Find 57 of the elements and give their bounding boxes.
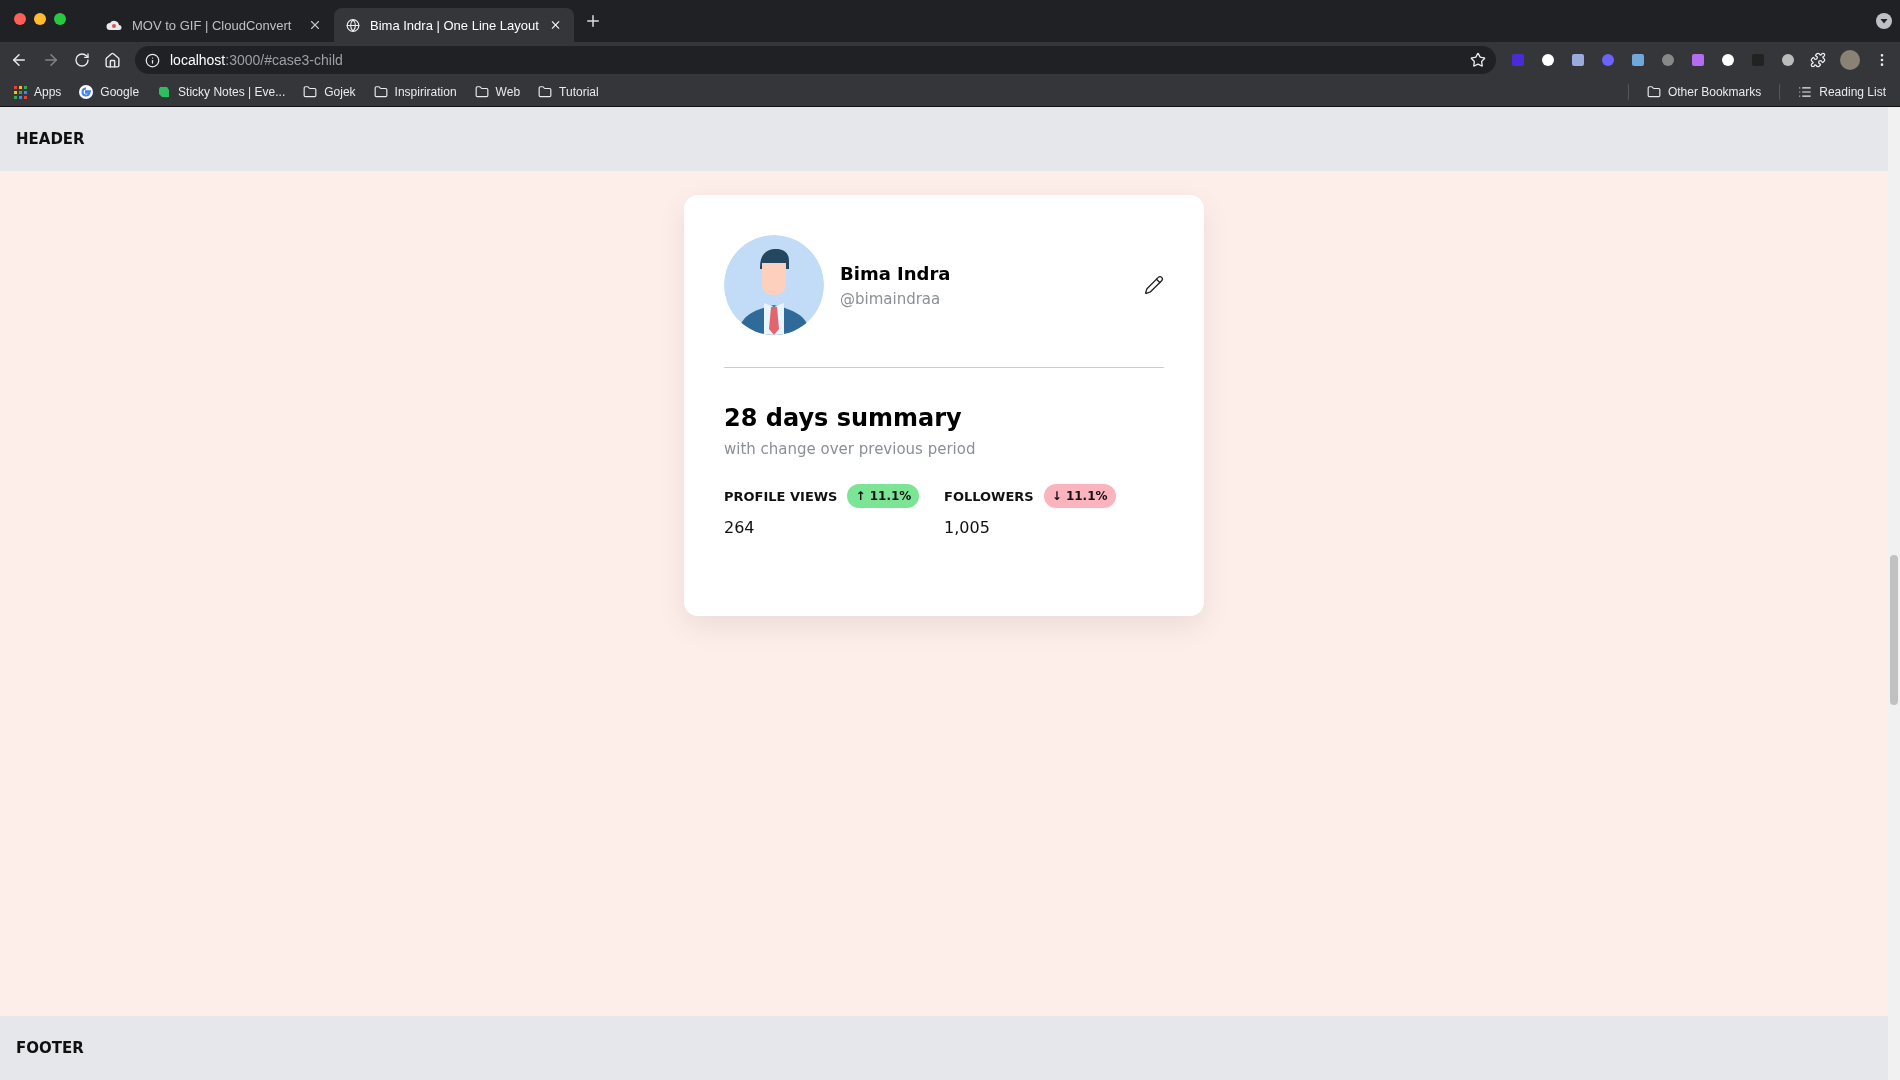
back-icon[interactable]: [10, 51, 28, 69]
extension-icon[interactable]: [1570, 52, 1586, 68]
google-icon: [79, 85, 94, 99]
header-text: HEADER: [16, 130, 85, 148]
profile-handle: @bimaindraa: [840, 289, 942, 308]
star-icon[interactable]: [1470, 52, 1486, 68]
minimize-window-button[interactable]: [34, 13, 46, 25]
bookmark-item[interactable]: Tutorial: [538, 85, 599, 99]
summary-subtitle: with change over previous period: [724, 440, 977, 458]
profile-name: Bima Indra: [840, 262, 952, 284]
edit-icon[interactable]: [1144, 275, 1164, 295]
folder-icon: [303, 85, 318, 99]
stat-value: 1,005: [944, 518, 991, 537]
folder-icon: [1646, 85, 1661, 99]
scrollbar-thumb[interactable]: [1890, 555, 1898, 705]
dropdown-icon[interactable]: [1876, 13, 1892, 29]
globe-icon: [346, 17, 361, 33]
home-icon[interactable]: [104, 51, 121, 69]
avatar-icon: [724, 235, 824, 335]
extensions-icon[interactable]: [1810, 52, 1826, 68]
cloud-icon: [106, 19, 122, 31]
browser-tab[interactable]: MOV to GIF | CloudConvert: [94, 8, 334, 42]
change-badge: ↑ 11.1%: [847, 484, 920, 508]
bookmark-item[interactable]: Gojek: [303, 85, 356, 99]
folder-icon: [373, 85, 388, 99]
zoom-window-button[interactable]: [54, 13, 66, 25]
folder-icon: [474, 85, 489, 99]
folder-icon: [538, 85, 553, 99]
apps-grid-icon: [14, 85, 27, 99]
bookmark-item[interactable]: Apps: [14, 85, 62, 99]
profile-avatar-icon[interactable]: [1840, 50, 1860, 70]
close-icon[interactable]: [308, 18, 322, 32]
new-tab-icon[interactable]: [584, 12, 602, 30]
bookmark-item[interactable]: Web: [474, 85, 521, 99]
close-window-button[interactable]: [14, 13, 26, 25]
summary-title: 28 days summary: [724, 404, 963, 432]
forward-icon[interactable]: [42, 51, 60, 69]
list-icon: [1798, 85, 1813, 99]
other-bookmarks-item[interactable]: Other Bookmarks: [1646, 85, 1762, 99]
stat-label: PROFILE VIEWS: [724, 488, 838, 504]
stat-label: FOLLOWERS: [944, 488, 1034, 504]
bookmark-item[interactable]: Google: [79, 85, 140, 99]
bookmark-item[interactable]: Inspiriration: [373, 85, 457, 99]
scrollbar[interactable]: [1888, 107, 1900, 1080]
footer-text: FOOTER: [16, 1039, 84, 1057]
browser-tab[interactable]: Bima Indra | One Line Layout: [334, 8, 574, 42]
info-icon[interactable]: [145, 52, 160, 68]
reading-list-item[interactable]: Reading List: [1798, 85, 1886, 99]
extension-icon[interactable]: [1630, 52, 1646, 68]
stat-value: 264: [724, 518, 756, 537]
address-bar[interactable]: localhost:3000/#case3-child: [135, 46, 1496, 74]
change-badge: ↓ 11.1%: [1043, 484, 1116, 508]
reload-icon[interactable]: [74, 52, 90, 68]
extension-icon[interactable]: [1720, 52, 1736, 68]
extension-icon[interactable]: [1540, 52, 1556, 68]
extension-icon[interactable]: [1780, 52, 1796, 68]
bookmark-item[interactable]: Sticky Notes | Eve...: [157, 85, 286, 99]
